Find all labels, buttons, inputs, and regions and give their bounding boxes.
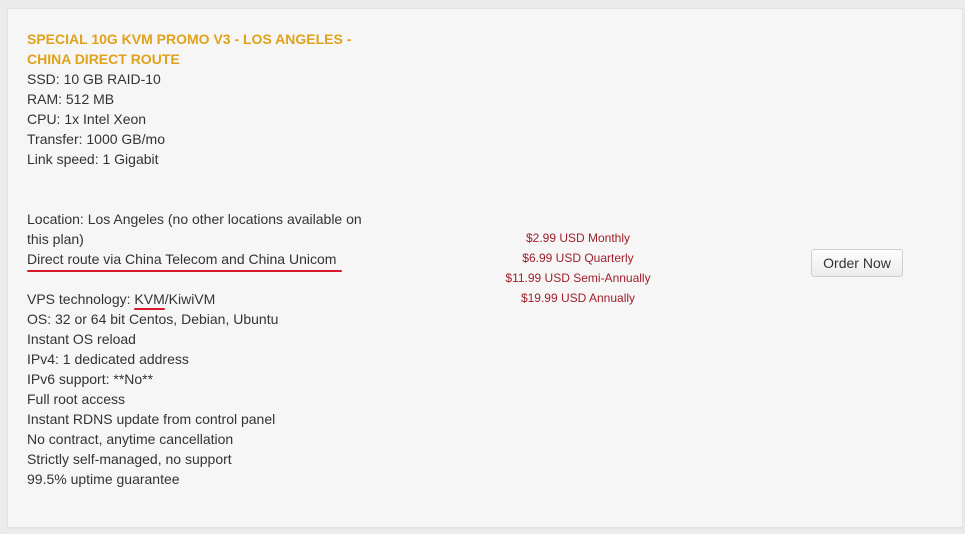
vps-technology-kvm: KVM [134,291,166,310]
feature-rdns: Instant RDNS update from control panel [27,411,276,427]
vps-technology-label: VPS technology: [27,291,135,307]
location-text: Location: Los Angeles (no other location… [27,211,362,247]
product-panel: SPECIAL 10G KVM PROMO V3 - LOS ANGELES -… [7,8,963,528]
price-semi-annually: $11.99 USD Semi-Annually [505,271,651,285]
vps-technology-kiwivm: /KiwiVM [164,291,216,307]
spec-ram: RAM: 512 MB [27,91,115,107]
spec-cpu: CPU: 1x Intel Xeon [27,111,147,127]
order-now-button[interactable]: Order Now [811,249,903,277]
feature-ipv6: IPv6 support: **No** [27,371,154,387]
feature-ipv4: IPv4: 1 dedicated address [27,351,189,367]
spec-transfer: Transfer: 1000 GB/mo [27,131,165,147]
feature-os-reload: Instant OS reload [27,331,136,347]
product-title: SPECIAL 10G KVM PROMO V3 - LOS ANGELES -… [27,31,352,67]
pricing-list: $2.99 USD Monthly $6.99 USD Quarterly $1… [478,228,678,308]
price-monthly: $2.99 USD Monthly [525,231,631,245]
direct-route-text: Direct route via China Telecom and China… [27,251,343,272]
spec-ssd: SSD: 10 GB RAID-10 [27,71,161,87]
feature-self-managed: Strictly self-managed, no support [27,451,232,467]
vps-technology-line: VPS technology: KVM/KiwiVM [27,289,372,310]
direct-route-line: Direct route via China Telecom and China… [27,249,372,272]
feature-no-contract: No contract, anytime cancellation [27,431,234,447]
feature-os: OS: 32 or 64 bit Centos, Debian, Ubuntu [27,311,279,327]
spec-link-speed: Link speed: 1 Gigabit [27,151,159,167]
price-quarterly: $6.99 USD Quarterly [522,251,634,265]
price-annually: $19.99 USD Annually [520,291,636,305]
feature-root-access: Full root access [27,391,126,407]
feature-uptime: 99.5% uptime guarantee [27,471,180,487]
product-description: SPECIAL 10G KVM PROMO V3 - LOS ANGELES -… [27,29,372,489]
